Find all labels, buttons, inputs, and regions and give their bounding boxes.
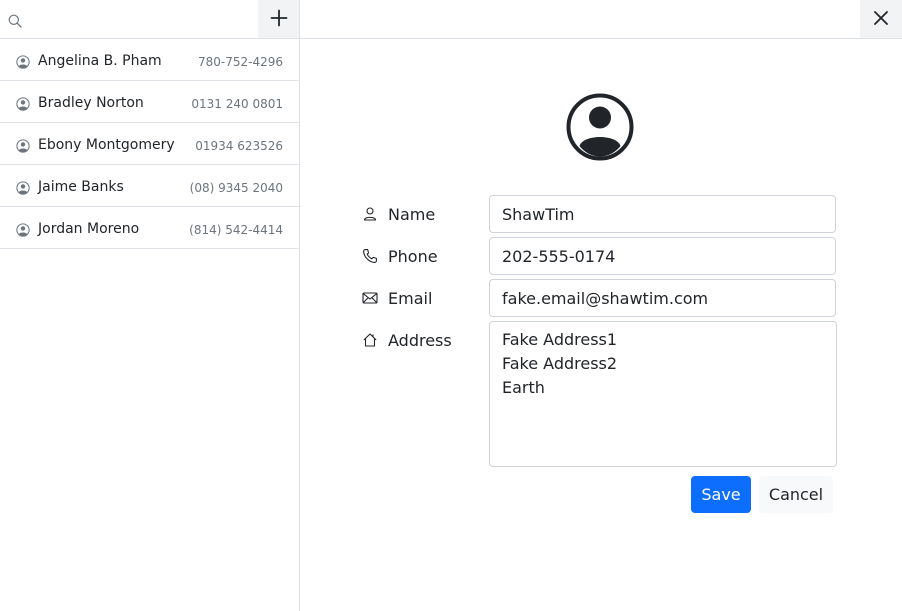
contacts-app: Angelina B. Pham 780-752-4296 Bradley No…: [0, 0, 902, 611]
detail-topbar: [300, 0, 902, 39]
search-icon: [8, 13, 22, 28]
email-label: Email: [388, 288, 433, 308]
phone-label-wrap: Phone: [362, 237, 438, 275]
contact-name: Jaime Banks: [38, 179, 124, 195]
contact-phone: (08) 9345 2040: [189, 181, 283, 195]
contact-phone: (814) 542-4414: [189, 223, 283, 237]
person-circle-icon: [16, 54, 30, 69]
name-label: Name: [388, 204, 436, 224]
house-icon: [362, 332, 378, 348]
contact-list-item[interactable]: Jordan Moreno (814) 542-4414: [0, 207, 299, 249]
search-input[interactable]: [26, 6, 252, 32]
email-field[interactable]: [489, 279, 836, 317]
contact-list-item[interactable]: Bradley Norton 0131 240 0801: [0, 81, 299, 123]
person-circle-icon: [566, 93, 634, 161]
contact-name: Ebony Montgomery: [38, 137, 175, 153]
contact-name: Jordan Moreno: [38, 221, 140, 237]
envelope-icon: [362, 290, 378, 306]
search-bar: [0, 0, 299, 39]
contact-name: Bradley Norton: [38, 95, 144, 111]
contact-list-item[interactable]: Angelina B. Pham 780-752-4296: [0, 39, 299, 81]
cancel-button[interactable]: Cancel: [759, 476, 833, 513]
address-field[interactable]: Fake Address1 Fake Address2 Earth: [489, 321, 837, 467]
address-label: Address: [388, 330, 452, 350]
save-button[interactable]: Save: [691, 476, 751, 513]
email-row: Email: [362, 279, 838, 317]
close-icon: [873, 10, 889, 29]
close-button[interactable]: [860, 0, 902, 38]
address-label-wrap: Address: [362, 321, 452, 359]
contacts-sidebar: Angelina B. Pham 780-752-4296 Bradley No…: [0, 0, 300, 611]
phone-label: Phone: [388, 246, 438, 266]
contact-phone: 780-752-4296: [197, 55, 283, 69]
contact-phone: 0131 240 0801: [191, 97, 283, 111]
name-row: Name: [362, 195, 838, 233]
plus-icon: [270, 9, 288, 30]
contact-name: Angelina B. Pham: [38, 53, 162, 69]
name-field[interactable]: [489, 195, 836, 233]
address-row: Address Fake Address1 Fake Address2 Eart…: [362, 321, 838, 467]
contact-phone: 01934 623526: [195, 139, 283, 153]
phone-field[interactable]: [489, 237, 836, 275]
contact-list-item[interactable]: Jaime Banks (08) 9345 2040: [0, 165, 299, 207]
person-circle-icon: [16, 222, 30, 237]
contact-list-item[interactable]: Ebony Montgomery 01934 623526: [0, 123, 299, 165]
add-contact-button[interactable]: [258, 0, 299, 38]
person-circle-icon: [16, 180, 30, 195]
person-icon: [362, 206, 378, 222]
email-label-wrap: Email: [362, 279, 432, 317]
person-circle-icon: [16, 138, 30, 153]
person-circle-icon: [16, 96, 30, 111]
phone-icon: [362, 248, 378, 264]
contact-list: Angelina B. Pham 780-752-4296 Bradley No…: [0, 39, 299, 249]
phone-row: Phone: [362, 237, 838, 275]
name-label-wrap: Name: [362, 195, 435, 233]
